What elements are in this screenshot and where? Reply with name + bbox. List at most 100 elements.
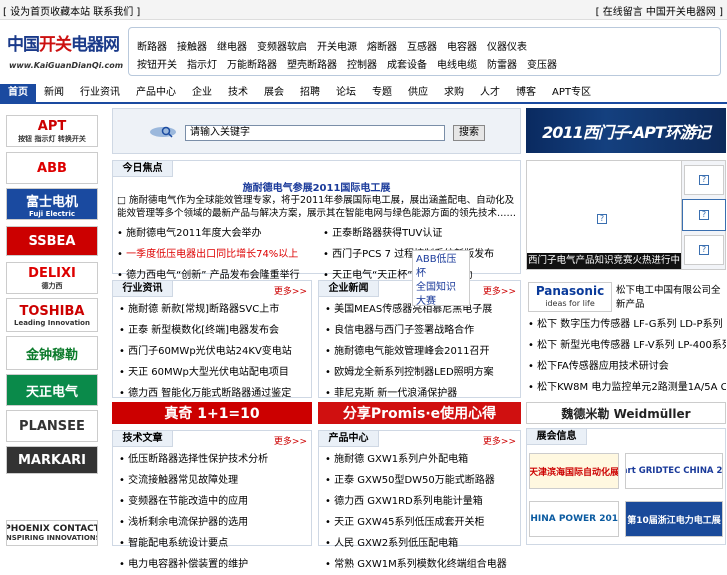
- ad-banner-2[interactable]: 分享Promis·e使用心得: [318, 402, 521, 424]
- quick-link[interactable]: 断路器: [137, 38, 167, 53]
- brand-logo[interactable]: PLANSEE: [6, 410, 98, 442]
- list-item[interactable]: • 施耐德 GXW1系列户外配电箱: [325, 449, 518, 470]
- more-link[interactable]: 更多>>: [274, 434, 307, 447]
- nav-item-8[interactable]: 论坛: [328, 84, 364, 102]
- expo-logo-2[interactable]: smart GRIDTEC CHINA 2011: [625, 453, 723, 489]
- list-item[interactable]: • 施耐德电气2011年度大会举办: [117, 223, 317, 244]
- quick-link[interactable]: 防雷器: [487, 56, 517, 71]
- quick-link[interactable]: 指示灯: [187, 56, 217, 71]
- list-item[interactable]: • 松下FA传感器应用技术研讨会: [528, 356, 726, 377]
- list-item[interactable]: • 良信电器与西门子签署战略合作: [325, 320, 518, 341]
- site-logo[interactable]: 中国开关电器网 www.KaiGuanDianQi.com: [3, 24, 123, 76]
- quick-link[interactable]: 仪器仪表: [487, 38, 527, 53]
- weidmuller-ad[interactable]: 魏德米勒 Weidmüller: [526, 402, 726, 424]
- top-right-links[interactable]: [ 在线留言 中国开关电器网 ]: [596, 3, 723, 18]
- nav-item-11[interactable]: 求购: [436, 84, 472, 102]
- quick-link[interactable]: 电容器: [447, 38, 477, 53]
- list-item[interactable]: • 变频器在节能改造中的应用: [119, 491, 309, 512]
- quick-link[interactable]: 变压器: [527, 56, 557, 71]
- quick-link[interactable]: 互感器: [407, 38, 437, 53]
- search-button[interactable]: 搜索: [453, 125, 485, 141]
- list-item[interactable]: • 欧姆龙全新系列控制器LED照明方案: [325, 362, 518, 383]
- list-item[interactable]: • 低压断路器选择性保护技术分析: [119, 449, 309, 470]
- nav-item-10[interactable]: 供应: [400, 84, 436, 102]
- nav-item-14[interactable]: APT专区: [544, 84, 599, 102]
- quick-link[interactable]: 控制器: [347, 56, 377, 71]
- brand-logo[interactable]: TOSHIBA Leading Innovation: [6, 298, 98, 332]
- list-item[interactable]: • 松下 数字压力传感器 LF-G系列 LD-P系列: [528, 314, 726, 335]
- thumb-1[interactable]: ?: [684, 165, 724, 195]
- brand-logo[interactable]: 天正电气: [6, 374, 98, 406]
- list-item[interactable]: • 德力西 智能化万能式断路器通过鉴定: [119, 383, 309, 404]
- list-item[interactable]: • 正泰断路器获得TUV认证: [323, 223, 518, 244]
- nav-item-0[interactable]: 首页: [0, 84, 36, 102]
- brand-logo[interactable]: APT 按钮 指示灯 转换开关: [6, 115, 98, 147]
- list-item[interactable]: • 正泰 新型模数化[终端]电器发布会: [119, 320, 309, 341]
- ad-banner-1[interactable]: 真奇 1+1=10: [112, 402, 312, 424]
- nav-item-13[interactable]: 博客: [508, 84, 544, 102]
- list-item[interactable]: • 天正 60MWp大型光伏电站配电项目: [119, 362, 309, 383]
- expo-logo-1[interactable]: 天津滨海国际自动化展: [529, 453, 619, 489]
- brand-logo[interactable]: 富士电机 Fuji Electric: [6, 188, 98, 220]
- list-item[interactable]: • 常熟 GXW1M系列模数化终端组合电器: [325, 554, 518, 575]
- list-item[interactable]: • 菲尼克斯 新一代浪涌保护器: [325, 383, 518, 404]
- nav-item-2[interactable]: 行业资讯: [72, 84, 128, 102]
- panasonic-caption[interactable]: 松下电工中国有限公司全新产品: [616, 284, 724, 312]
- brand-logo[interactable]: ABB: [6, 152, 98, 184]
- siemens-apt-banner[interactable]: 2011西门子·APT环游记: [526, 108, 726, 153]
- quick-link[interactable]: 接触器: [177, 38, 207, 53]
- side-feature-box: ? 西门子电气产品知识竞赛火热进行中 ? ? ?: [526, 160, 726, 270]
- search-input[interactable]: 请输入关键字: [185, 125, 445, 141]
- side-caption[interactable]: 西门子电气产品知识竞赛火热进行中: [527, 253, 681, 269]
- brand-logo[interactable]: DELIXI 德力西: [6, 262, 98, 294]
- quick-link[interactable]: 变频器软启: [257, 38, 307, 53]
- list-item[interactable]: • 智能配电系统设计要点: [119, 533, 309, 554]
- list-item[interactable]: • 施耐德电气能效管理峰会2011召开: [325, 341, 518, 362]
- quick-link[interactable]: 电线电缆: [437, 56, 477, 71]
- brand-logo[interactable]: SSBEA: [6, 226, 98, 256]
- more-link[interactable]: 更多>>: [274, 284, 307, 297]
- list-item[interactable]: • 施耐德 新款[常规]断路器SVC上市: [119, 299, 309, 320]
- panel-tech: 技术文章 更多>> • 低压断路器选择性保护技术分析 • 交流接触器常见故障处理 •…: [112, 430, 312, 570]
- list-item[interactable]: • 电力电容器补偿装置的维护: [119, 554, 309, 575]
- more-link[interactable]: 更多>>: [483, 284, 516, 297]
- brand-logo[interactable]: PHOENIX CONTACT INSPIRING INNOVATIONS: [6, 520, 98, 546]
- quick-link[interactable]: 塑壳断路器: [287, 56, 337, 71]
- nav-item-12[interactable]: 人才: [472, 84, 508, 102]
- brand-logo[interactable]: 金钟穆勒: [6, 336, 98, 370]
- panel-news-1: 行业资讯 更多>> • 施耐德 新款[常规]断路器SVC上市 • 正泰 新型模数化…: [112, 280, 312, 420]
- tooltip-popup[interactable]: ABB低压杯 全国知识 大赛: [412, 250, 470, 307]
- list-item[interactable]: • 浅析剩余电流保护器的选用: [119, 512, 309, 533]
- list-item[interactable]: • 松下 新型光电传感器 LF-V系列 LP-400系列: [528, 335, 726, 356]
- list-item[interactable]: • 人民 GXW2系列低压配电箱: [325, 533, 518, 554]
- more-link[interactable]: 更多>>: [483, 434, 516, 447]
- brand-logo[interactable]: MARKARI: [6, 446, 98, 474]
- list-item[interactable]: • 一季度低压电器出口同比增长74%以上: [117, 244, 317, 265]
- quick-link[interactable]: 万能断路器: [227, 56, 277, 71]
- quick-link[interactable]: 开关电源: [317, 38, 357, 53]
- nav-item-4[interactable]: 企业: [184, 84, 220, 102]
- panasonic-logo[interactable]: Panasonic ideas for life: [528, 282, 612, 312]
- quick-link[interactable]: 成套设备: [387, 56, 427, 71]
- list-item[interactable]: • 正泰 GXW50型DW50万能式断路器: [325, 470, 518, 491]
- quick-link[interactable]: 熔断器: [367, 38, 397, 53]
- nav-item-3[interactable]: 产品中心: [128, 84, 184, 102]
- quick-link[interactable]: 继电器: [217, 38, 247, 53]
- thumb-2[interactable]: ?: [682, 199, 726, 231]
- nav-item-6[interactable]: 展会: [256, 84, 292, 102]
- expo-logo-4[interactable]: 第10届浙江电力电工展: [625, 501, 723, 537]
- list-item[interactable]: • 德力西 GXW1RD系列电能计量箱: [325, 491, 518, 512]
- nav-item-1[interactable]: 新闻: [36, 84, 72, 102]
- nav-item-7[interactable]: 招聘: [292, 84, 328, 102]
- nav-item-5[interactable]: 技术: [220, 84, 256, 102]
- list-item[interactable]: • 松下KW8M 电力监控单元2路测量1A/5A CT输入: [528, 377, 726, 398]
- top-left-links[interactable]: [ 设为首页收藏本站 联系我们 ]: [3, 3, 140, 18]
- list-item[interactable]: • 交流接触器常见故障处理: [119, 470, 309, 491]
- expo-logo-3[interactable]: CHINA POWER 2011: [529, 501, 619, 537]
- thumb-3[interactable]: ?: [684, 235, 724, 265]
- list-item[interactable]: • 西门子60MWp光伏电站24KV变电站: [119, 341, 309, 362]
- list-item[interactable]: • 天正 GXW45系列低压成套开关柜: [325, 512, 518, 533]
- headline-link[interactable]: 施耐德电气参展2011国际电工展: [113, 179, 520, 194]
- quick-link[interactable]: 按钮开关: [137, 56, 177, 71]
- nav-item-9[interactable]: 专题: [364, 84, 400, 102]
